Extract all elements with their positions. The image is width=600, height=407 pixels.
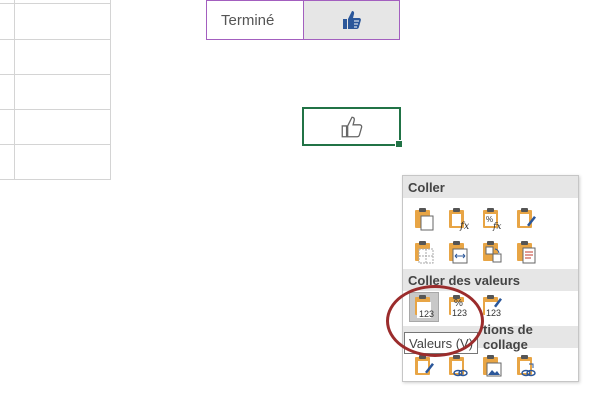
values-badge: 123 xyxy=(419,309,435,319)
paste-values-source-formatting-button[interactable]: 123 xyxy=(477,292,507,322)
paste-link-other-icon xyxy=(447,354,469,378)
picture-button[interactable] xyxy=(477,351,507,381)
formatting-button[interactable] xyxy=(409,351,439,381)
values-tooltip: Valeurs (V) xyxy=(404,332,478,354)
tooltip-text: Valeurs (V) xyxy=(409,335,474,351)
paste-values-number-format-button[interactable]: % 123 xyxy=(443,292,473,322)
keep-source-formatting-icon xyxy=(515,207,537,231)
formatting-icon xyxy=(413,354,435,378)
paste-formulas-number-format-button[interactable]: % fx xyxy=(477,204,507,234)
keep-column-widths-icon xyxy=(447,240,469,264)
picture-icon xyxy=(481,354,503,378)
values-source-formatting-badge: 123 xyxy=(486,308,502,318)
linked-picture-button[interactable] xyxy=(511,351,541,381)
paste-formulas-icon: fx xyxy=(447,207,469,231)
transpose-button[interactable] xyxy=(477,237,507,267)
selected-cell[interactable] xyxy=(302,107,403,148)
thumbs-up-icon xyxy=(340,8,364,32)
svg-text:fx: fx xyxy=(492,222,501,231)
values-number-format-badge: 123 xyxy=(452,308,468,318)
paste-button[interactable] xyxy=(409,204,439,234)
linked-picture-icon xyxy=(515,354,537,378)
no-borders-icon xyxy=(413,240,435,264)
paste-formulas-button[interactable]: fx xyxy=(443,204,473,234)
transpose-icon xyxy=(481,240,503,264)
no-borders-button[interactable] xyxy=(409,237,439,267)
other-paste-options-header: tions de collage xyxy=(481,322,578,352)
paste-link-other-button[interactable] xyxy=(443,351,473,381)
spreadsheet-grid xyxy=(0,0,111,180)
svg-text:fx: fx xyxy=(459,221,469,231)
paste-link-icon xyxy=(515,240,537,264)
status-icon-cell[interactable] xyxy=(303,0,400,40)
fill-handle[interactable] xyxy=(395,140,403,148)
status-label: Terminé xyxy=(221,11,275,29)
paste-link-button[interactable] xyxy=(511,237,541,267)
status-table: Terminé xyxy=(206,0,400,40)
paste-formulas-number-format-icon: % fx xyxy=(481,207,503,231)
keep-column-widths-button[interactable] xyxy=(443,237,473,267)
keep-source-formatting-button[interactable] xyxy=(511,204,541,234)
paste-section-header: Coller xyxy=(403,176,578,198)
paste-values-section-header: Coller des valeurs xyxy=(403,269,578,291)
paste-icon xyxy=(413,207,435,231)
status-label-cell[interactable]: Terminé xyxy=(206,0,304,40)
thumbs-up-outline-icon xyxy=(339,114,365,140)
paste-values-button[interactable]: 123 xyxy=(409,292,439,322)
